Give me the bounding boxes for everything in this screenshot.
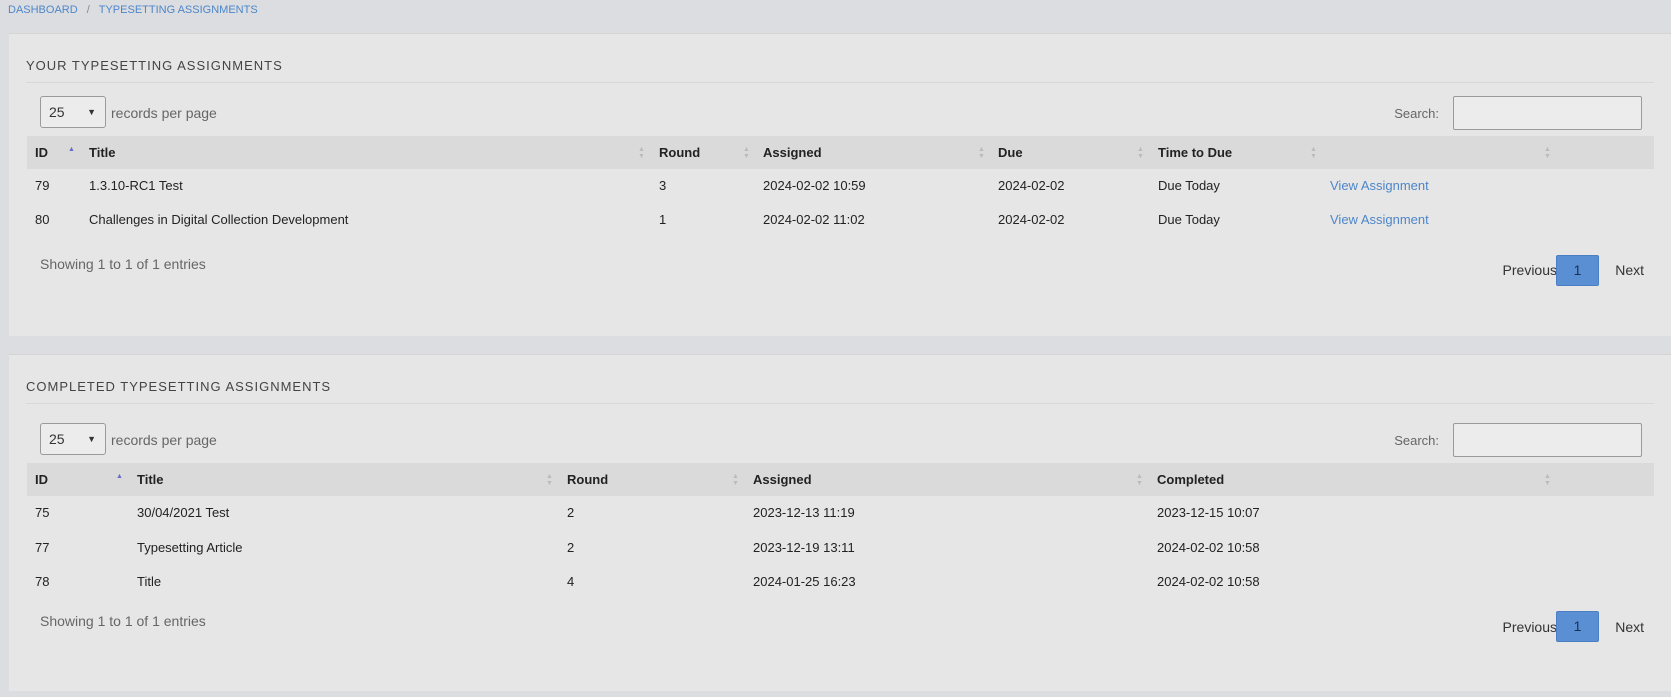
records-per-page-select[interactable]: 25 ▼ — [40, 96, 106, 128]
column-header-title[interactable]: Title — [89, 136, 116, 169]
sort-both-icon: ▲ ▼ — [1137, 146, 1144, 160]
panel-title: COMPLETED TYPESETTING ASSIGNMENTS — [26, 379, 332, 394]
sort-both-icon: ▲ ▼ — [1544, 146, 1551, 160]
cell-time-to-due: Due Today — [1158, 178, 1220, 193]
cell-id: 78 — [35, 574, 50, 589]
table-row: 78 Title 4 2024-01-25 16:23 2024-02-02 1… — [27, 566, 1654, 598]
cell-round: 2 — [567, 505, 575, 520]
cell-id: 79 — [35, 178, 50, 193]
column-header-round[interactable]: Round — [659, 136, 700, 169]
search-label: Search: — [1394, 106, 1439, 121]
cell-due: 2024-02-02 — [998, 178, 1065, 193]
next-page-button[interactable]: Next — [1615, 262, 1644, 278]
records-per-page-value: 25 — [49, 431, 65, 447]
column-header-assigned[interactable]: Assigned — [753, 463, 812, 496]
breadcrumb-typesetting-assignments[interactable]: TYPESETTING ASSIGNMENTS — [99, 4, 258, 16]
chevron-down-icon: ▼ — [87, 434, 96, 444]
table-row: 79 1.3.10-RC1 Test 3 2024-02-02 10:59 20… — [27, 170, 1654, 202]
view-assignment-link[interactable]: View Assignment — [1330, 204, 1429, 236]
breadcrumb: DASHBOARD / TYPESETTING ASSIGNMENTS — [8, 4, 258, 16]
records-per-page-select[interactable]: 25 ▼ — [40, 423, 106, 455]
search-label: Search: — [1394, 433, 1439, 448]
sort-both-icon: ▲ ▼ — [638, 146, 645, 160]
view-assignment-link[interactable]: View Assignment — [1330, 170, 1429, 202]
cell-assigned: 2024-01-25 16:23 — [753, 574, 856, 589]
cell-title: 1.3.10-RC1 Test — [89, 178, 183, 193]
breadcrumb-dashboard[interactable]: DASHBOARD — [8, 4, 78, 16]
cell-round: 2 — [567, 540, 575, 555]
column-header-id[interactable]: ID — [35, 463, 48, 496]
search-input[interactable] — [1453, 96, 1642, 130]
cell-time-to-due: Due Today — [1158, 212, 1220, 227]
cell-round: 4 — [567, 574, 575, 589]
column-header-completed[interactable]: Completed — [1157, 463, 1224, 496]
column-header-due[interactable]: Due — [998, 136, 1023, 169]
table-row: 80 Challenges in Digital Collection Deve… — [27, 204, 1654, 236]
table-info: Showing 1 to 1 of 1 entries — [40, 613, 206, 629]
table-info: Showing 1 to 1 of 1 entries — [40, 256, 206, 272]
next-page-button[interactable]: Next — [1615, 619, 1644, 635]
cell-id: 77 — [35, 540, 50, 555]
page-1-button[interactable]: 1 — [1556, 255, 1599, 286]
records-per-page-label: records per page — [111, 105, 217, 121]
breadcrumb-separator: / — [86, 4, 90, 16]
column-header-round[interactable]: Round — [567, 463, 608, 496]
cell-assigned: 2023-12-13 11:19 — [753, 505, 855, 520]
cell-title: Typesetting Article — [137, 540, 243, 555]
sort-both-icon: ▲ ▼ — [546, 473, 553, 487]
cell-id: 75 — [35, 505, 50, 520]
cell-completed: 2023-12-15 10:07 — [1157, 505, 1260, 520]
cell-title: 30/04/2021 Test — [137, 505, 230, 520]
cell-id: 80 — [35, 212, 50, 227]
sort-both-icon: ▲ ▼ — [732, 473, 739, 487]
your-assignments-panel: YOUR TYPESETTING ASSIGNMENTS 25 ▼ record… — [9, 33, 1671, 336]
records-per-page-value: 25 — [49, 104, 65, 120]
sort-asc-icon: ▲ — [116, 473, 123, 480]
cell-round: 3 — [659, 178, 667, 193]
sort-both-icon: ▲ ▼ — [1544, 473, 1551, 487]
cell-completed: 2024-02-02 10:58 — [1157, 540, 1260, 555]
cell-assigned: 2024-02-02 10:59 — [763, 178, 866, 193]
column-header-time-to-due[interactable]: Time to Due — [1158, 136, 1232, 169]
page-1-button[interactable]: 1 — [1556, 611, 1599, 642]
cell-due: 2024-02-02 — [998, 212, 1065, 227]
sort-both-icon: ▲ ▼ — [978, 146, 985, 160]
sort-both-icon: ▲ ▼ — [1310, 146, 1317, 160]
column-header-assigned[interactable]: Assigned — [763, 136, 822, 169]
cell-round: 1 — [659, 212, 667, 227]
panel-title: YOUR TYPESETTING ASSIGNMENTS — [26, 58, 283, 73]
table-header: ID ▲ Title ▲ ▼ Round ▲ ▼ Assigned ▲ ▼ Due ▲… — [27, 136, 1654, 169]
column-header-id[interactable]: ID — [35, 136, 48, 169]
table-row: 75 30/04/2021 Test 2 2023-12-13 11:19 20… — [27, 497, 1654, 529]
completed-assignments-panel: COMPLETED TYPESETTING ASSIGNMENTS 25 ▼ r… — [9, 354, 1671, 691]
records-per-page-label: records per page — [111, 432, 217, 448]
cell-title: Title — [137, 574, 162, 589]
search-input[interactable] — [1453, 423, 1642, 457]
sort-both-icon: ▲ ▼ — [1136, 473, 1143, 487]
chevron-down-icon: ▼ — [87, 107, 96, 117]
divider — [26, 403, 1654, 404]
divider — [26, 82, 1654, 83]
table-header: ID ▲ Title ▲ ▼ Round ▲ ▼ Assigned ▲ ▼ Compl… — [27, 463, 1654, 496]
cell-assigned: 2023-12-19 13:11 — [753, 540, 855, 555]
column-header-title[interactable]: Title — [137, 463, 164, 496]
previous-page-button[interactable]: Previous — [1503, 262, 1557, 278]
cell-assigned: 2024-02-02 11:02 — [763, 212, 865, 227]
previous-page-button[interactable]: Previous — [1503, 619, 1557, 635]
cell-completed: 2024-02-02 10:58 — [1157, 574, 1260, 589]
sort-asc-icon: ▲ — [68, 146, 75, 153]
cell-title: Challenges in Digital Collection Develop… — [89, 212, 349, 227]
table-row: 77 Typesetting Article 2 2023-12-19 13:1… — [27, 532, 1654, 564]
sort-both-icon: ▲ ▼ — [743, 146, 750, 160]
